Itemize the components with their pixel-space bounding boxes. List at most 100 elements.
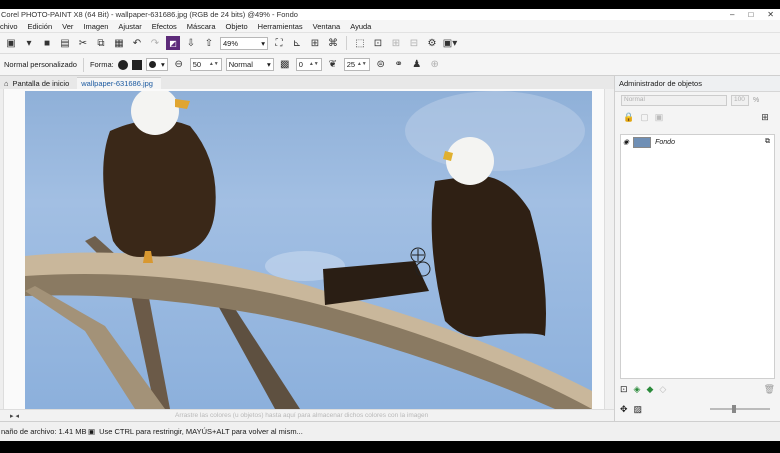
- transparency-field[interactable]: 0 ▲▼: [295, 58, 322, 71]
- delete-layer-icon[interactable]: 🗑: [764, 384, 775, 395]
- crosshair-icon[interactable]: ⊕: [428, 58, 442, 72]
- brush-tool-icon[interactable]: ⌘: [326, 36, 340, 50]
- menu-ver[interactable]: Ver: [62, 22, 73, 31]
- export-icon[interactable]: ⇧: [202, 36, 216, 50]
- chevron-down-icon: ▾: [261, 38, 265, 48]
- round-shape-icon[interactable]: [117, 59, 128, 70]
- home-icon: ⌂: [4, 78, 9, 88]
- layer-thumbnail: [633, 136, 652, 148]
- options-dropdown-icon[interactable]: ▣▾: [443, 36, 457, 50]
- object-manager-footer: ✥ ▨: [620, 402, 775, 416]
- visibility-eye-icon[interactable]: ◉: [623, 138, 629, 146]
- open-icon[interactable]: ▾: [22, 36, 36, 50]
- mask-tool-icon[interactable]: ⊞: [308, 36, 322, 50]
- nib-shape-select[interactable]: ▾: [145, 58, 168, 71]
- brush-settings-icon[interactable]: ♟: [410, 58, 424, 72]
- transparency-icon: ▩: [279, 59, 290, 70]
- screen-top-border: [0, 0, 780, 9]
- duplicate-layer-icon[interactable]: ◆: [646, 384, 653, 395]
- feather-icon: ❦: [328, 59, 337, 70]
- import-icon[interactable]: ⇩: [184, 36, 198, 50]
- zoom-select[interactable]: 49% ▾: [220, 36, 268, 50]
- menu-archivo[interactable]: chivo: [0, 22, 18, 31]
- eagles-photo: [25, 91, 592, 409]
- new-object-icon[interactable]: ◈: [634, 384, 641, 395]
- paste-icon[interactable]: ▦: [112, 36, 126, 50]
- rulers-icon[interactable]: ⊾: [290, 36, 304, 50]
- feather-field[interactable]: 25 ▲▼: [343, 58, 370, 71]
- copy-icon[interactable]: ⧉: [94, 36, 108, 50]
- dab-icon[interactable]: ⚭: [392, 58, 406, 72]
- color-tray[interactable]: ▸ ◂ Arrastre las colores (u objetos) has…: [0, 409, 614, 421]
- layer-lock-icon[interactable]: ⧉: [765, 138, 770, 146]
- file-size: naño de archivo: 1.41 MB: [1, 427, 87, 436]
- layer-row[interactable]: ◉ Fondo ⧉: [621, 135, 774, 149]
- thumbnail-size-icon[interactable]: ▨: [634, 404, 643, 415]
- toolbar-separator: [82, 57, 84, 72]
- status-message: Use CTRL para restringir, MAYÚS+ALT para…: [99, 427, 303, 436]
- menu-edicion[interactable]: Edición: [28, 22, 53, 31]
- menu-imagen[interactable]: Imagen: [83, 22, 108, 31]
- tab-home[interactable]: ⌂ Pantalla de inicio: [0, 77, 78, 89]
- redo-icon[interactable]: ↷: [148, 36, 162, 50]
- square-shape-icon[interactable]: [131, 59, 142, 70]
- menu-herramientas[interactable]: Herramientas: [258, 22, 303, 31]
- close-button[interactable]: ✕: [767, 10, 774, 19]
- menu-ajustar[interactable]: Ajustar: [118, 22, 141, 31]
- combine-icon[interactable]: ◇: [659, 384, 666, 395]
- settings-icon[interactable]: ⚙: [425, 36, 439, 50]
- spinner-icon[interactable]: ▲▼: [357, 62, 367, 67]
- mask-marquee-icon[interactable]: ⬚: [353, 36, 367, 50]
- navigate-icon[interactable]: ✥: [620, 404, 628, 415]
- layer-name: Fondo: [655, 138, 675, 146]
- toolbar-separator: [346, 36, 347, 50]
- menu-ventana[interactable]: Ventana: [313, 22, 341, 31]
- maximize-button[interactable]: □: [748, 10, 753, 19]
- nib-dot-icon: [148, 61, 156, 68]
- size-field[interactable]: 50 ▲▼: [189, 58, 222, 71]
- merge-mode-value: Normal: [228, 60, 253, 69]
- new-layer-icon[interactable]: ⊡: [620, 384, 628, 395]
- slider-knob[interactable]: [732, 405, 736, 413]
- document-tabs: ⌂ Pantalla de inicio wallpaper-631686.jp…: [0, 76, 614, 89]
- tray-nav-icon[interactable]: ▸ ◂: [10, 412, 19, 420]
- vertical-scrollbar[interactable]: [604, 89, 614, 409]
- bitmap-mode-icon[interactable]: ◩: [166, 36, 180, 50]
- menu-objeto[interactable]: Objeto: [226, 22, 248, 31]
- layer-opacity-field[interactable]: 100: [731, 94, 749, 106]
- clip-icon[interactable]: ▣: [655, 112, 664, 123]
- opacity-unit: %: [753, 96, 760, 104]
- mask-icon[interactable]: ▢: [640, 112, 649, 123]
- menu-ayuda[interactable]: Ayuda: [350, 22, 371, 31]
- new-document-icon[interactable]: ▣: [4, 36, 18, 50]
- flip-icon[interactable]: ⊜: [374, 58, 388, 72]
- brush-type-select[interactable]: Normal personalizado: [4, 60, 77, 69]
- spinner-icon[interactable]: ▲▼: [309, 62, 319, 67]
- image-canvas[interactable]: [25, 91, 592, 409]
- layer-merge-mode-select[interactable]: Normal: [621, 94, 727, 106]
- object-manager-title: Administrador de objetos: [615, 76, 780, 92]
- object-manager-panel: Administrador de objetos Normal 100 % 🔒 …: [614, 76, 780, 421]
- merge-mode-select[interactable]: Normal ▾: [225, 58, 274, 71]
- workspace: [0, 89, 614, 409]
- undo-icon[interactable]: ↶: [130, 36, 144, 50]
- grid-icon[interactable]: ⊞: [389, 36, 403, 50]
- chevron-down-icon: ▾: [160, 60, 165, 69]
- lock-icon[interactable]: 🔒: [623, 112, 634, 123]
- menu-mascara[interactable]: Máscara: [187, 22, 216, 31]
- save-icon[interactable]: ■: [40, 36, 54, 50]
- cut-icon[interactable]: ✂: [76, 36, 90, 50]
- spinner-icon[interactable]: ▲▼: [209, 62, 219, 67]
- menu-efectos[interactable]: Efectos: [152, 22, 177, 31]
- thumbnail-slider[interactable]: [710, 405, 770, 413]
- layer-options-icon[interactable]: ⊞: [761, 112, 769, 123]
- print-icon[interactable]: ▤: [58, 36, 72, 50]
- status-tool-icon: ▣: [88, 427, 96, 436]
- crop-icon[interactable]: ⊡: [371, 36, 385, 50]
- minimize-button[interactable]: –: [730, 10, 734, 19]
- guides-icon[interactable]: ⊟: [407, 36, 421, 50]
- tab-document[interactable]: wallpaper-631686.jpg: [77, 77, 161, 89]
- screen-bottom-border: [0, 441, 780, 453]
- tab-home-label: Pantalla de inicio: [12, 78, 70, 88]
- zoom-fit-icon[interactable]: ⛶: [272, 36, 286, 50]
